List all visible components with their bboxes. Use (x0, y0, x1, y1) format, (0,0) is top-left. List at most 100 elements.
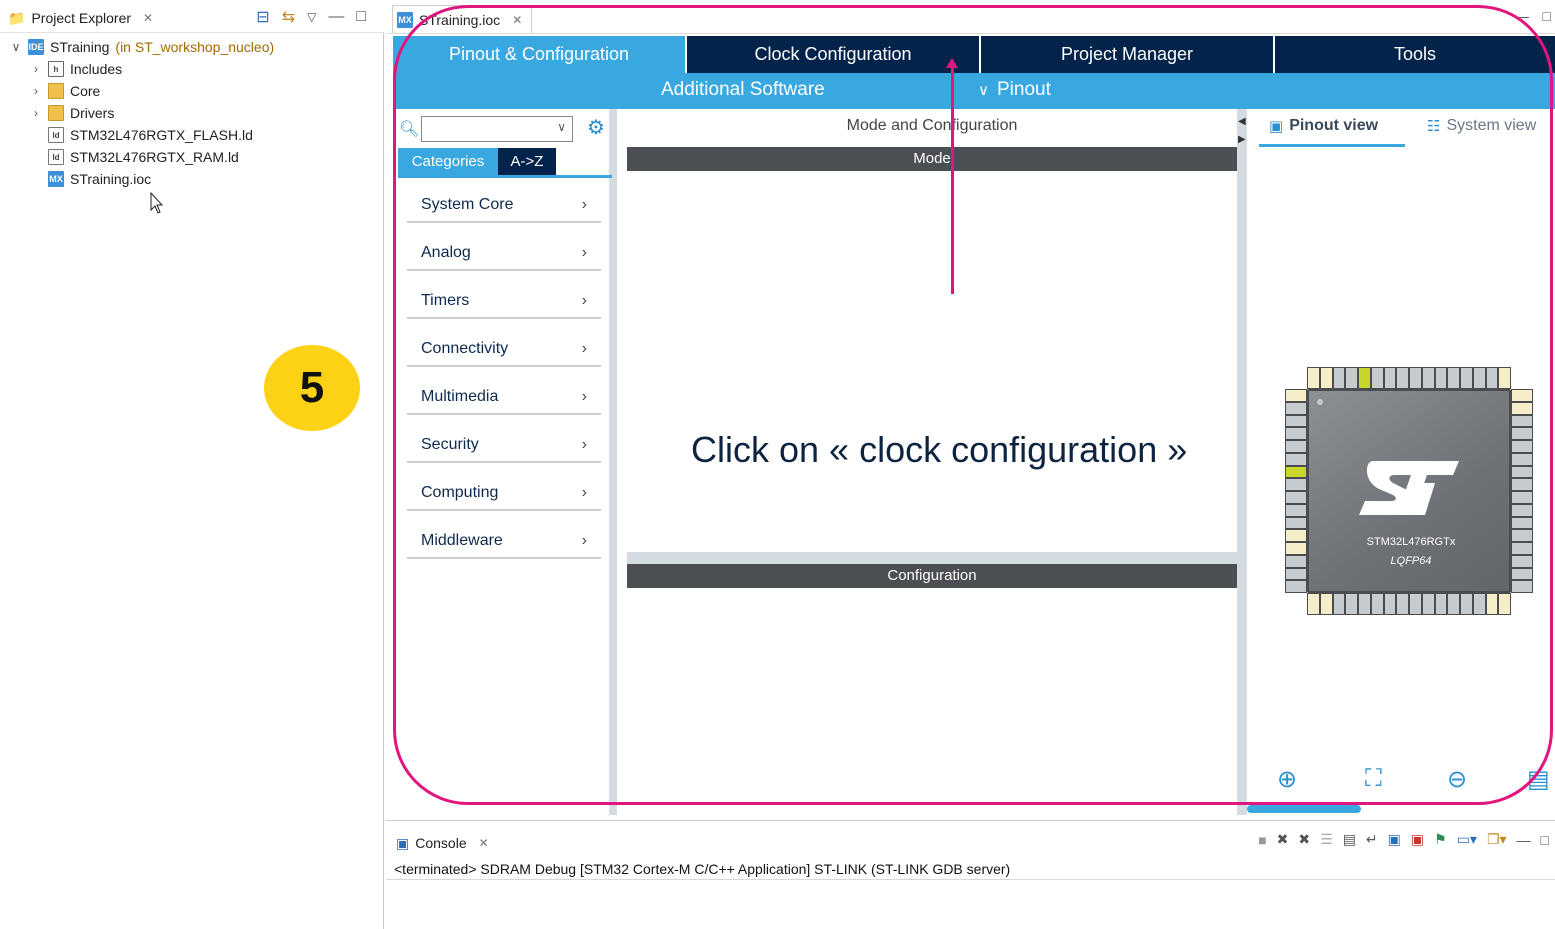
category-security[interactable]: Security › (407, 429, 601, 463)
chevron-right-icon[interactable]: › (30, 62, 42, 76)
scroll-lock-icon[interactable]: ▤ (1343, 831, 1356, 848)
chip-pin[interactable] (1285, 580, 1307, 593)
word-wrap-icon[interactable]: ↵ (1366, 831, 1378, 848)
chevron-right-icon[interactable]: › (30, 106, 42, 120)
mcu-chip-diagram[interactable]: STM32L476RGTx LQFP64 (1285, 367, 1533, 615)
view-menu-icon[interactable]: ▽ (307, 10, 316, 24)
chip-pin[interactable] (1511, 554, 1533, 568)
chip-pin[interactable] (1511, 567, 1533, 581)
maximize-icon[interactable]: □ (1541, 832, 1549, 848)
chip-pin[interactable] (1285, 401, 1307, 415)
tree-item-core[interactable]: › Core (30, 80, 100, 102)
category-connectivity[interactable]: Connectivity › (407, 333, 601, 367)
chip-pin[interactable] (1511, 389, 1533, 402)
search-input[interactable]: ∨ (421, 116, 573, 142)
fit-to-screen-icon[interactable]: ⛶ (1365, 765, 1382, 793)
chip-pin[interactable] (1345, 367, 1358, 389)
chip-pin[interactable] (1434, 593, 1448, 615)
chip-pin[interactable] (1285, 452, 1307, 466)
chip-pin[interactable] (1319, 593, 1333, 615)
chip-pin[interactable] (1472, 367, 1486, 389)
chip-pin[interactable] (1421, 367, 1435, 389)
chip-pin[interactable] (1434, 367, 1448, 389)
console-tab[interactable]: ▣ Console ✕ (396, 831, 489, 855)
chip-pin[interactable] (1285, 503, 1307, 517)
chip-pin[interactable] (1285, 491, 1307, 504)
chip-pin[interactable] (1285, 440, 1307, 453)
chip-pin[interactable] (1485, 367, 1499, 389)
terminate-icon[interactable]: ■ (1258, 832, 1266, 848)
open-console-icon[interactable]: ❐▾ (1487, 831, 1507, 848)
chip-pin[interactable] (1472, 593, 1486, 615)
editor-tab-ioc[interactable]: MX STraining.ioc ✕ (392, 5, 532, 33)
chip-pin[interactable] (1460, 593, 1473, 615)
chip-pin[interactable] (1498, 593, 1511, 615)
gear-icon[interactable]: ⚙ (587, 115, 605, 140)
chip-pin[interactable] (1307, 593, 1320, 615)
chip-pin[interactable] (1511, 452, 1533, 466)
tree-item-ram-ld[interactable]: ld STM32L476RGTX_RAM.ld (48, 146, 239, 168)
chip-pin[interactable] (1409, 367, 1422, 389)
chip-pin[interactable] (1285, 554, 1307, 568)
pinout-menu-button[interactable]: ∨ Pinout (978, 79, 1051, 101)
chip-pin[interactable] (1511, 542, 1533, 555)
chip-pin[interactable] (1358, 367, 1371, 389)
tab-tools[interactable]: Tools (1275, 36, 1555, 73)
tree-item-includes[interactable]: › h Includes (30, 58, 122, 80)
chip-pin[interactable] (1285, 465, 1307, 479)
chip-pin[interactable] (1511, 580, 1533, 593)
export-icon[interactable]: ▤ (1527, 765, 1550, 794)
minimize-icon[interactable]: — (328, 8, 344, 26)
chip-pin[interactable] (1511, 427, 1533, 440)
close-icon[interactable]: ✕ (512, 13, 522, 27)
chip-pin[interactable] (1511, 440, 1533, 453)
horizontal-scrollbar[interactable] (1247, 805, 1361, 813)
chip-pin[interactable] (1498, 367, 1511, 389)
chip-pin[interactable] (1285, 516, 1307, 530)
category-multimedia[interactable]: Multimedia › (407, 381, 601, 415)
chevron-down-icon[interactable]: ∨ (557, 120, 566, 134)
chip-pin[interactable] (1511, 491, 1533, 504)
zoom-out-icon[interactable]: ⊖ (1447, 765, 1467, 794)
chip-pin[interactable] (1332, 593, 1346, 615)
chip-pin[interactable] (1409, 593, 1422, 615)
tree-item-drivers[interactable]: › Drivers (30, 102, 114, 124)
display-console-icon[interactable]: ▭▾ (1457, 831, 1477, 848)
tab-system-view[interactable]: ☷ System view (1427, 117, 1536, 135)
chip-pin[interactable] (1396, 593, 1409, 615)
panel-splitter[interactable] (627, 552, 1237, 564)
category-analog[interactable]: Analog › (407, 237, 601, 271)
tree-item-flash-ld[interactable]: ld STM32L476RGTX_FLASH.ld (48, 124, 253, 146)
additional-software-button[interactable]: Additional Software (661, 79, 825, 101)
chip-pin[interactable] (1511, 401, 1533, 415)
chip-pin[interactable] (1285, 542, 1307, 555)
tab-pinout-configuration[interactable]: Pinout & Configuration (393, 36, 687, 73)
tree-item-project[interactable]: ∨ IDE STraining (in ST_workshop_nucleo) (10, 36, 274, 58)
chip-pin[interactable] (1511, 516, 1533, 530)
close-icon[interactable]: ✕ (143, 11, 153, 25)
chip-pin[interactable] (1511, 414, 1533, 428)
chip-pin[interactable] (1332, 367, 1346, 389)
chip-pin[interactable] (1319, 367, 1333, 389)
chip-pin[interactable] (1383, 593, 1397, 615)
minimize-icon[interactable]: — (1515, 8, 1529, 24)
tree-item-ioc[interactable]: MX STraining.ioc (48, 168, 151, 190)
pin-console-icon[interactable]: ⚑ (1434, 831, 1447, 848)
chevron-down-icon[interactable]: ∨ (10, 40, 22, 54)
chip-pin[interactable] (1383, 367, 1397, 389)
category-timers[interactable]: Timers › (407, 285, 601, 319)
zoom-in-icon[interactable]: ⊕ (1277, 765, 1297, 794)
tab-project-manager[interactable]: Project Manager (981, 36, 1275, 73)
clear-console-icon[interactable]: ☰ (1320, 831, 1333, 848)
category-system-core[interactable]: System Core › (407, 189, 601, 223)
chip-pin[interactable] (1447, 367, 1460, 389)
category-middleware[interactable]: Middleware › (407, 525, 601, 559)
categories-toggle[interactable]: Categories (398, 148, 498, 175)
maximize-icon[interactable]: □ (1543, 8, 1551, 24)
chip-pin[interactable] (1396, 367, 1409, 389)
show-on-output-icon[interactable]: ▣ (1388, 831, 1401, 848)
remove-launch-icon[interactable]: ✖ (1277, 831, 1289, 848)
project-explorer-tab[interactable]: 📁 Project Explorer ✕ (4, 4, 161, 32)
chip-pin[interactable] (1421, 593, 1435, 615)
chip-pin[interactable] (1358, 593, 1371, 615)
